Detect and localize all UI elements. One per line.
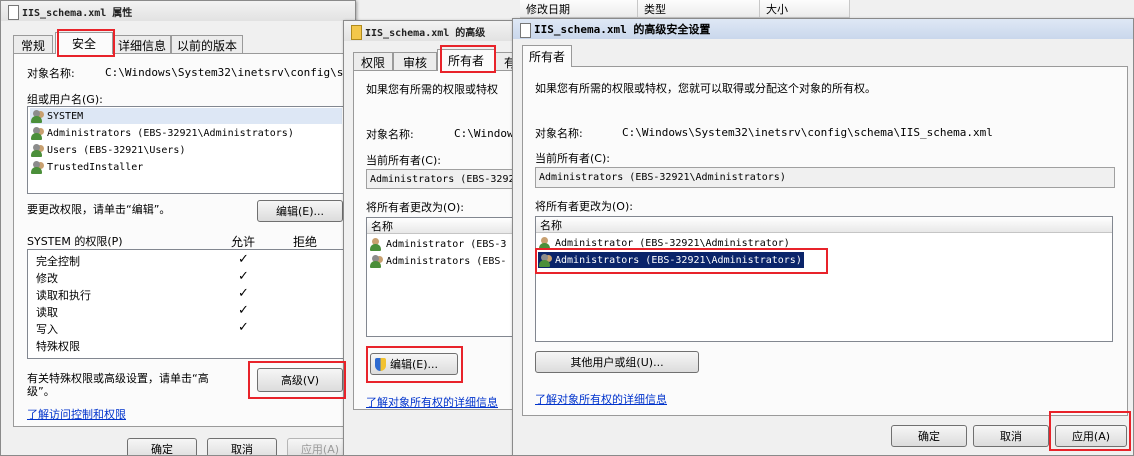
tab-permissions[interactable]: 权限 — [353, 52, 393, 71]
object-name-value: C:\Windows\System32\inetsrv\config\schem… — [622, 126, 993, 139]
file-icon — [519, 22, 531, 38]
edit-button[interactable]: 编辑(E)... — [257, 200, 343, 222]
current-owner-field: Administrators (EBS-3292 — [366, 169, 522, 189]
change-owner-label: 将所有者更改为(O): — [535, 200, 633, 213]
permission-name: 读取和执行 — [36, 289, 91, 302]
ok-button[interactable]: 确定 — [127, 438, 197, 455]
allow-check: ✓ — [238, 269, 249, 284]
apply-button[interactable]: 应用(A) — [1055, 425, 1127, 447]
tab-previous-versions[interactable]: 以前的版本 — [171, 35, 243, 54]
window-title: IIS_schema.xml 的高级 — [365, 27, 486, 39]
allow-check: ✓ — [238, 252, 249, 267]
deny-column: 拒绝 — [293, 235, 318, 249]
allow-column: 允许 — [231, 235, 256, 249]
window-title: IIS_schema.xml 的高级安全设置 — [534, 23, 711, 36]
group-label: 组或用户名(G): — [27, 93, 103, 106]
group-icon — [30, 160, 44, 174]
group-icon — [30, 109, 44, 123]
allow-check: ✓ — [238, 286, 249, 301]
list-item[interactable]: Administrator (EBS-32921\Administrator) — [538, 235, 1110, 251]
permission-name: 完全控制 — [36, 255, 80, 268]
file-icon — [350, 24, 362, 40]
edit-owner-window: IIS_schema.xml 的高级安全设置 所有者 如果您有所需的权限或特权，… — [512, 18, 1134, 456]
current-owner-field: Administrators (EBS-32921\Administrators… — [535, 167, 1115, 188]
edit-owner-button[interactable]: 编辑(E)... — [370, 353, 458, 375]
advanced-titlebar[interactable]: IIS_schema.xml 的高级 — [344, 21, 522, 41]
edit-owner-titlebar[interactable]: IIS_schema.xml 的高级安全设置 — [513, 19, 1133, 39]
list-item[interactable]: TrustedInstaller — [30, 159, 342, 175]
list-header[interactable]: 名称 — [367, 218, 522, 234]
permission-name: 特殊权限 — [36, 340, 80, 353]
tab-owner[interactable]: 所有者 — [437, 49, 495, 71]
properties-window: IIS_schema.xml 属性 常规 安全 详细信息 以前的版本 对象名称:… — [0, 0, 356, 456]
list-item[interactable]: Administrators (EBS-32921\Administrators… — [30, 125, 342, 141]
properties-titlebar[interactable]: IIS_schema.xml 属性 — [1, 1, 355, 21]
permission-name: 读取 — [36, 306, 58, 319]
list-item[interactable]: Administrator (EBS-3 — [369, 236, 522, 252]
tab-security[interactable]: 安全 — [55, 32, 113, 54]
user-icon — [369, 237, 383, 251]
learn-ownership-link[interactable]: 了解对象所有权的详细信息 — [366, 394, 498, 410]
user-icon — [538, 236, 552, 250]
group-icon — [538, 253, 552, 267]
tab-general[interactable]: 常规 — [13, 35, 53, 54]
change-owner-label: 将所有者更改为(O): — [366, 201, 464, 214]
group-icon — [30, 143, 44, 157]
object-name-label: 对象名称: — [366, 128, 414, 141]
object-name-label: 对象名称: — [27, 67, 75, 80]
owner-list[interactable]: 名称 Administrator (EBS-32921\Administrato… — [535, 216, 1113, 342]
window-title: IIS_schema.xml 属性 — [22, 7, 133, 19]
list-item-selected[interactable]: Administrators (EBS-32921\Administrators… — [538, 252, 804, 268]
current-owner-label: 当前所有者(C): — [535, 152, 610, 165]
group-icon — [30, 126, 44, 140]
current-owner-label: 当前所有者(C): — [366, 154, 441, 167]
cancel-button[interactable]: 取消 — [207, 438, 277, 455]
tab-owner[interactable]: 所有者 — [522, 45, 572, 67]
list-item[interactable]: SYSTEM — [30, 108, 342, 124]
object-name-label: 对象名称: — [535, 127, 583, 140]
allow-check: ✓ — [238, 303, 249, 318]
allow-check: ✓ — [238, 320, 249, 335]
object-name-value: C:\Window — [454, 127, 514, 140]
change-perm-text: 要更改权限，请单击“编辑”。 — [27, 203, 171, 216]
perm-header: SYSTEM 的权限(P) — [27, 235, 123, 248]
cancel-button[interactable]: 取消 — [973, 425, 1049, 447]
group-icon — [369, 254, 383, 268]
permission-name: 修改 — [36, 272, 58, 285]
advanced-button[interactable]: 高级(V) — [257, 368, 343, 392]
tab-details[interactable]: 详细信息 — [113, 35, 171, 54]
advanced-window: IIS_schema.xml 的高级 权限 审核 所有者 有 如果您有所需的权限… — [343, 20, 523, 456]
permission-list[interactable]: 完全控制 ✓ 修改 ✓ 读取和执行 ✓ 读取 ✓ 写入 ✓ 特殊权限 — [27, 249, 345, 359]
shield-icon — [375, 357, 386, 371]
ok-button[interactable]: 确定 — [891, 425, 967, 447]
list-header[interactable]: 名称 — [536, 217, 1112, 233]
owner-info-text: 如果您有所需的权限或特权 — [366, 83, 498, 96]
column-header-size[interactable]: 大小 — [760, 0, 850, 18]
tab-auditing[interactable]: 审核 — [393, 52, 437, 71]
special-text-2: 级”。 — [27, 385, 55, 398]
owner-info-text: 如果您有所需的权限或特权，您就可以取得或分配这个对象的所有权。 — [535, 82, 876, 95]
user-list[interactable]: SYSTEM Administrators (EBS-32921\Adminis… — [27, 106, 345, 194]
column-header-type[interactable]: 类型 — [638, 0, 760, 18]
column-header-modified[interactable]: 修改日期 — [520, 0, 638, 18]
explorer-header: 修改日期 类型 大小 — [520, 0, 940, 18]
other-users-button[interactable]: 其他用户或组(U)... — [535, 351, 699, 373]
learn-access-link[interactable]: 了解访问控制和权限 — [27, 406, 126, 422]
learn-ownership-link[interactable]: 了解对象所有权的详细信息 — [535, 391, 667, 407]
owner-list[interactable]: 名称 Administrator (EBS-3 Administrators (… — [366, 217, 522, 337]
permission-name: 写入 — [36, 323, 58, 336]
file-icon — [7, 4, 19, 20]
list-item[interactable]: Users (EBS-32921\Users) — [30, 142, 342, 158]
list-item[interactable]: Administrators (EBS- — [369, 253, 522, 269]
object-name-value: C:\Windows\System32\inetsrv\config\sche — [105, 66, 356, 79]
